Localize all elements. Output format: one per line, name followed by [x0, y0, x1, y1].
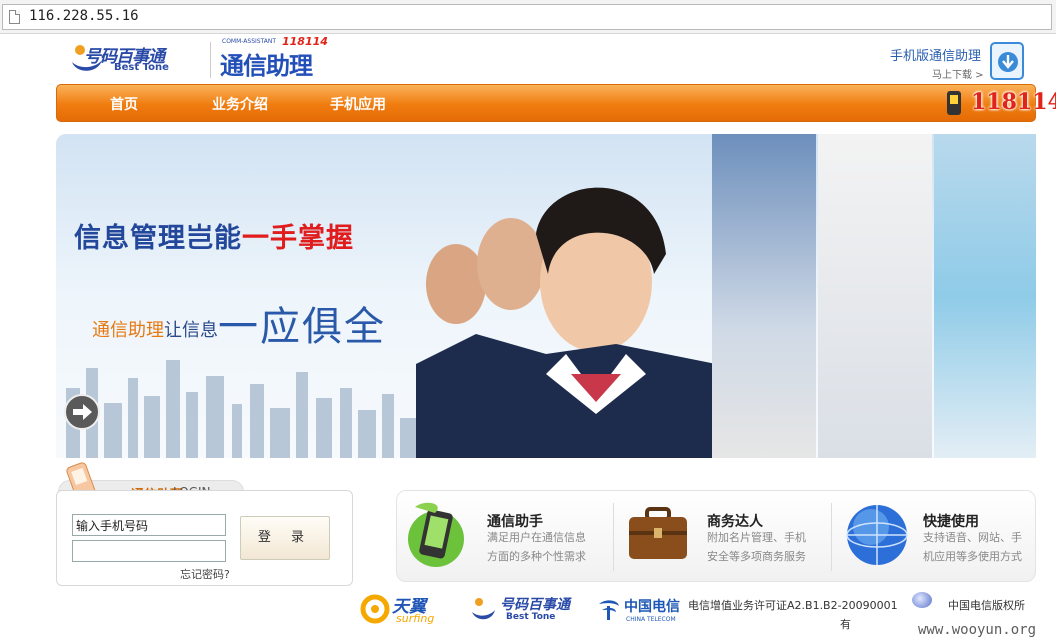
nav-mobile-apps[interactable]: 手机应用	[330, 94, 386, 114]
url-field[interactable]: 116.228.55.16	[2, 4, 1052, 30]
office-worker-photo	[818, 134, 932, 458]
footer-best-tone-cn: 号码百事通	[500, 597, 570, 613]
hotline-number: 118114	[971, 89, 1056, 115]
phone-number-input[interactable]	[72, 514, 226, 536]
best-tone-en: Best Tone	[114, 62, 169, 73]
best-tone-swoosh-icon	[472, 598, 495, 620]
feature-divider	[831, 503, 832, 571]
tianyi-en: surfing	[396, 612, 435, 625]
phone-icon	[947, 91, 961, 115]
browser-address-bar: 116.228.55.16	[0, 0, 1056, 34]
city-skyline-image	[66, 360, 440, 458]
globe-icon	[846, 505, 908, 565]
nav-home[interactable]: 首页	[110, 94, 138, 114]
feature-desc-2: 安全等多项商务服务	[707, 550, 806, 563]
slogan1-red: 一手掌握	[242, 223, 354, 254]
comm-assistant-cn: 通信助理	[220, 52, 313, 80]
best-tone-logo[interactable]: 号码百事通 Best Tone	[68, 36, 200, 78]
feature-desc-2: 方面的多种个性需求	[487, 550, 586, 563]
footer-best-tone-en: Best Tone	[506, 612, 556, 622]
license-text: 电信增值业务许可证A2.B1.B2-20090001	[688, 599, 898, 612]
logo-divider	[210, 42, 211, 78]
feature-desc-2: 机应用等多使用方式	[923, 550, 1022, 563]
china-telecom-logo[interactable]: 中国电信 CHINA TELECOM	[596, 594, 686, 626]
feature-quick-use[interactable]: 快捷使用 支持语音、网站、手 机应用等多使用方式	[833, 491, 1037, 583]
hotline: 118114	[941, 89, 1056, 119]
feature-desc-1: 附加名片管理、手机	[707, 531, 806, 544]
laptop-user-photo	[934, 134, 1036, 458]
wooyun-watermark: www.wooyun.org	[918, 622, 1037, 638]
page-icon	[9, 10, 20, 24]
briefcase-icon	[629, 507, 687, 559]
arrow-right-icon	[73, 404, 92, 420]
feature-divider	[613, 503, 614, 571]
slogan1-main: 信息管理岂能	[74, 223, 242, 254]
banner-slogan-2: 通信助理让信息一应俱全	[92, 294, 386, 352]
feature-business[interactable]: 商务达人 附加名片管理、手机 安全等多项商务服务	[615, 491, 831, 583]
main-nav: 首页 业务介绍 手机应用 118114	[56, 84, 1056, 122]
slogan2-brand: 通信助理	[92, 320, 164, 341]
comm-assistant-logo[interactable]: COMM-ASSISTANT 118114 通信助理	[220, 35, 330, 80]
feature-desc-1: 满足用户在通信信息	[487, 531, 586, 544]
mobile-download-icon[interactable]	[990, 42, 1024, 80]
copyright-text: 中国电信版权所	[948, 599, 1025, 612]
customer-service-staff-image	[416, 187, 716, 458]
china-telecom-icon	[599, 600, 619, 620]
nav-business-intro[interactable]: 业务介绍	[212, 94, 268, 114]
hero-banner: 信息管理岂能一手掌握 通信助理让信息一应俱全	[56, 134, 1036, 458]
slogan2-big: 一应俱全	[218, 304, 386, 350]
feature-strip: 通信助手 满足用户在通信信息 方面的多种个性需求 商务达人 附加名片管理、手机 …	[396, 490, 1036, 582]
green-phone-icon	[408, 502, 464, 567]
china-telecom-cn: 中国电信	[624, 599, 680, 615]
tianyi-swirl-icon	[360, 594, 390, 624]
license-text-tail: 有	[840, 618, 851, 631]
feature-desc-1: 支持语音、网站、手	[923, 531, 1022, 544]
feature-comm-assistant[interactable]: 通信助手 满足用户在通信信息 方面的多种个性需求	[397, 491, 613, 583]
small-globe-icon	[912, 592, 932, 608]
footer-best-tone-logo[interactable]: 号码百事通 Best Tone	[470, 592, 574, 626]
slogan2-mid: 让信息	[164, 320, 218, 341]
url-text: 116.228.55.16	[29, 8, 139, 24]
banner-next-button[interactable]	[64, 394, 100, 430]
businessman-photo	[712, 134, 816, 458]
password-input[interactable]	[72, 540, 226, 562]
login-button[interactable]: 登 录	[240, 516, 330, 560]
mobile-version-link[interactable]: 手机版通信助理	[890, 45, 981, 64]
china-telecom-en: CHINA TELECOM	[626, 616, 676, 623]
banner-slogan-1: 信息管理岂能一手掌握	[74, 216, 354, 255]
download-now-link[interactable]: 马上下载 >	[932, 66, 984, 81]
tianyi-logo[interactable]: 天翼 surfing	[360, 592, 444, 626]
forgot-password-link[interactable]: 忘记密码?	[180, 566, 230, 582]
comm-assistant-small: COMM-ASSISTANT	[222, 38, 277, 45]
